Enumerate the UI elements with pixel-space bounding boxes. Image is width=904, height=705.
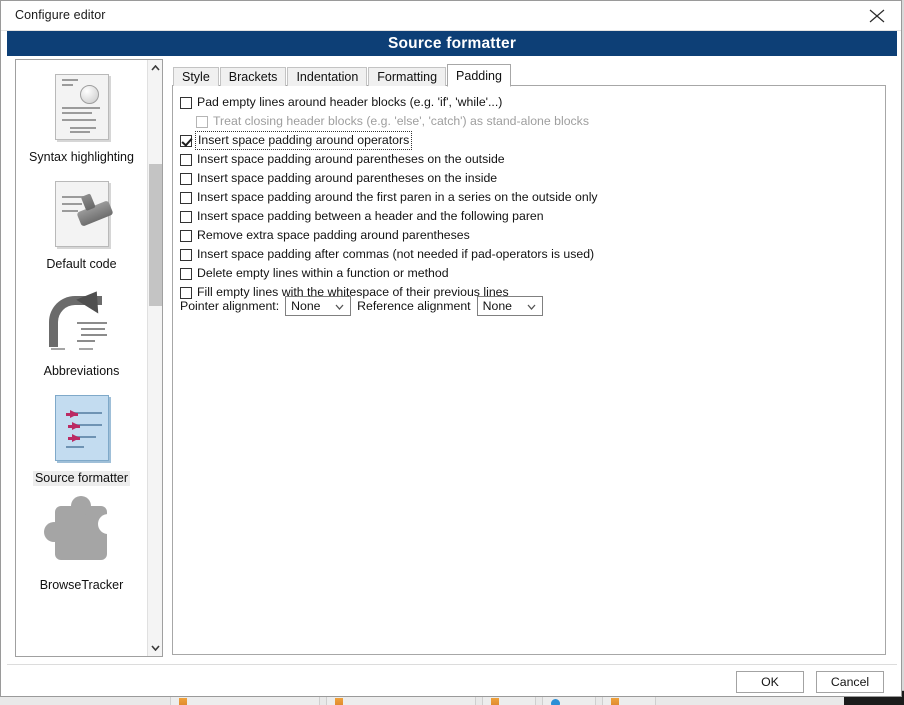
checkbox-label: Insert space padding between a header an… [197, 209, 544, 223]
app-icon [335, 698, 343, 705]
checkbox-row-space-after-commas[interactable]: Insert space padding after commas (not n… [180, 245, 880, 264]
page-title-banner: Source formatter [7, 31, 897, 56]
sidebar-scrollbar[interactable] [147, 60, 162, 656]
reference-alignment-value: None [482, 299, 513, 313]
dialog-titlebar: Configure editor [1, 1, 901, 31]
tab-label: Style [182, 70, 210, 84]
settings-category-items: Syntax highlighting Default code Abbrevi… [16, 60, 147, 603]
checkbox-row-first-paren-outside-only[interactable]: Insert space padding around the first pa… [180, 188, 880, 207]
checkbox-icon[interactable] [180, 134, 192, 147]
screenshot-root: Configure editor Source formatter Syntax… [0, 0, 904, 705]
settings-category-list[interactable]: Syntax highlighting Default code Abbrevi… [15, 59, 163, 657]
checkbox-row-delete-empty-lines[interactable]: Delete empty lines within a function or … [180, 264, 880, 283]
tab-indentation[interactable]: Indentation [287, 67, 368, 86]
sidebar-item-browse-tracker[interactable]: BrowseTracker [16, 496, 147, 603]
scroll-up-button[interactable] [148, 60, 162, 76]
checkbox-label: Pad empty lines around header blocks (e.… [197, 95, 503, 109]
checkbox-icon[interactable] [180, 191, 192, 204]
checkbox-row-header-following-paren[interactable]: Insert space padding between a header an… [180, 207, 880, 226]
source-formatter-icon [47, 393, 117, 465]
checkbox-label: Insert space padding around the first pa… [197, 190, 598, 204]
checkbox-row-parentheses-inside[interactable]: Insert space padding around parentheses … [180, 169, 880, 188]
tab-formatting[interactable]: Formatting [368, 67, 447, 86]
checkbox-icon[interactable] [180, 172, 192, 185]
checkbox-label: Treat closing header blocks (e.g. 'else'… [213, 114, 589, 128]
checkbox-icon[interactable] [180, 153, 192, 166]
sidebar-item-label: Syntax highlighting [29, 150, 134, 164]
checkbox-icon[interactable] [180, 229, 192, 242]
checkbox-label: Insert space padding after commas (not n… [197, 247, 595, 261]
padding-tab-panel: Pad empty lines around header blocks (e.… [172, 85, 886, 655]
chevron-up-icon [151, 65, 160, 71]
scroll-down-button[interactable] [148, 640, 162, 656]
settings-tabs: Style Brackets Indentation Formatting Pa… [173, 64, 512, 87]
tab-style[interactable]: Style [173, 67, 219, 86]
checkbox-label: Insert space padding around parentheses … [197, 152, 505, 166]
sidebar-item-label: Abbreviations [43, 364, 120, 378]
sidebar-item-default-code[interactable]: Default code [16, 175, 147, 282]
tab-label: Indentation [296, 70, 359, 84]
page-title: Source formatter [387, 34, 517, 52]
checkbox-row-parentheses-outside[interactable]: Insert space padding around parentheses … [180, 150, 880, 169]
scrollbar-thumb[interactable] [149, 164, 162, 306]
sidebar-item-syntax-highlighting[interactable]: Syntax highlighting [16, 68, 147, 175]
dialog-title: Configure editor [15, 8, 106, 22]
pointer-alignment-label: Pointer alignment: [180, 299, 280, 313]
close-icon [869, 9, 885, 23]
chevron-down-icon [527, 304, 536, 310]
configure-editor-dialog: Configure editor Source formatter Syntax… [0, 0, 902, 697]
sidebar-item-label: Default code [46, 257, 117, 271]
reference-alignment-label: Reference alignment [357, 299, 471, 313]
checkbox-row-remove-extra-space-parentheses[interactable]: Remove extra space padding around parent… [180, 226, 880, 245]
close-button[interactable] [855, 1, 901, 30]
checkbox-icon [196, 115, 208, 128]
tab-padding[interactable]: Padding [447, 64, 511, 87]
checkbox-label: Insert space padding around operators [194, 131, 413, 150]
checkbox-label: Delete empty lines within a function or … [197, 266, 449, 280]
syntax-highlighting-icon [47, 72, 117, 144]
tab-brackets[interactable]: Brackets [219, 67, 287, 86]
default-code-icon [47, 179, 117, 251]
checkbox-label: Remove extra space padding around parent… [197, 228, 470, 242]
sidebar-item-label: BrowseTracker [39, 578, 124, 592]
cancel-button[interactable]: Cancel [816, 671, 884, 693]
alignment-row: Pointer alignment: None Reference alignm… [180, 295, 549, 317]
sidebar-item-source-formatter[interactable]: Source formatter [16, 389, 147, 496]
checkbox-row-insert-space-around-operators[interactable]: Insert space padding around operators [180, 131, 880, 150]
browse-tracker-icon [43, 496, 118, 572]
tab-label: Brackets [228, 70, 278, 84]
reference-alignment-select[interactable]: None [476, 296, 543, 316]
sidebar-item-abbreviations[interactable]: Abbreviations [16, 282, 147, 389]
tab-label: Formatting [377, 70, 438, 84]
app-icon [179, 698, 187, 705]
app-icon [491, 698, 499, 705]
tab-label: Padding [456, 68, 502, 83]
abbreviations-icon [47, 284, 117, 358]
checkbox-row-pad-empty-lines-header-blocks[interactable]: Pad empty lines around header blocks (e.… [180, 93, 880, 112]
checkbox-label: Insert space padding around parentheses … [197, 171, 498, 185]
padding-options-list: Pad empty lines around header blocks (e.… [180, 93, 880, 302]
checkbox-icon[interactable] [180, 248, 192, 261]
chevron-down-icon [151, 645, 160, 651]
app-icon [611, 698, 619, 705]
pointer-alignment-value: None [291, 299, 321, 313]
checkbox-icon[interactable] [180, 210, 192, 223]
ok-button[interactable]: OK [736, 671, 804, 693]
checkbox-row-treat-closing-header-blocks: Treat closing header blocks (e.g. 'else'… [180, 112, 880, 131]
browser-icon [551, 699, 560, 705]
footer-divider [7, 664, 897, 665]
checkbox-icon[interactable] [180, 267, 192, 280]
sidebar-item-label: Source formatter [32, 471, 131, 486]
pointer-alignment-select[interactable]: None [285, 296, 352, 316]
checkbox-icon[interactable] [180, 96, 192, 109]
chevron-down-icon [335, 304, 344, 310]
